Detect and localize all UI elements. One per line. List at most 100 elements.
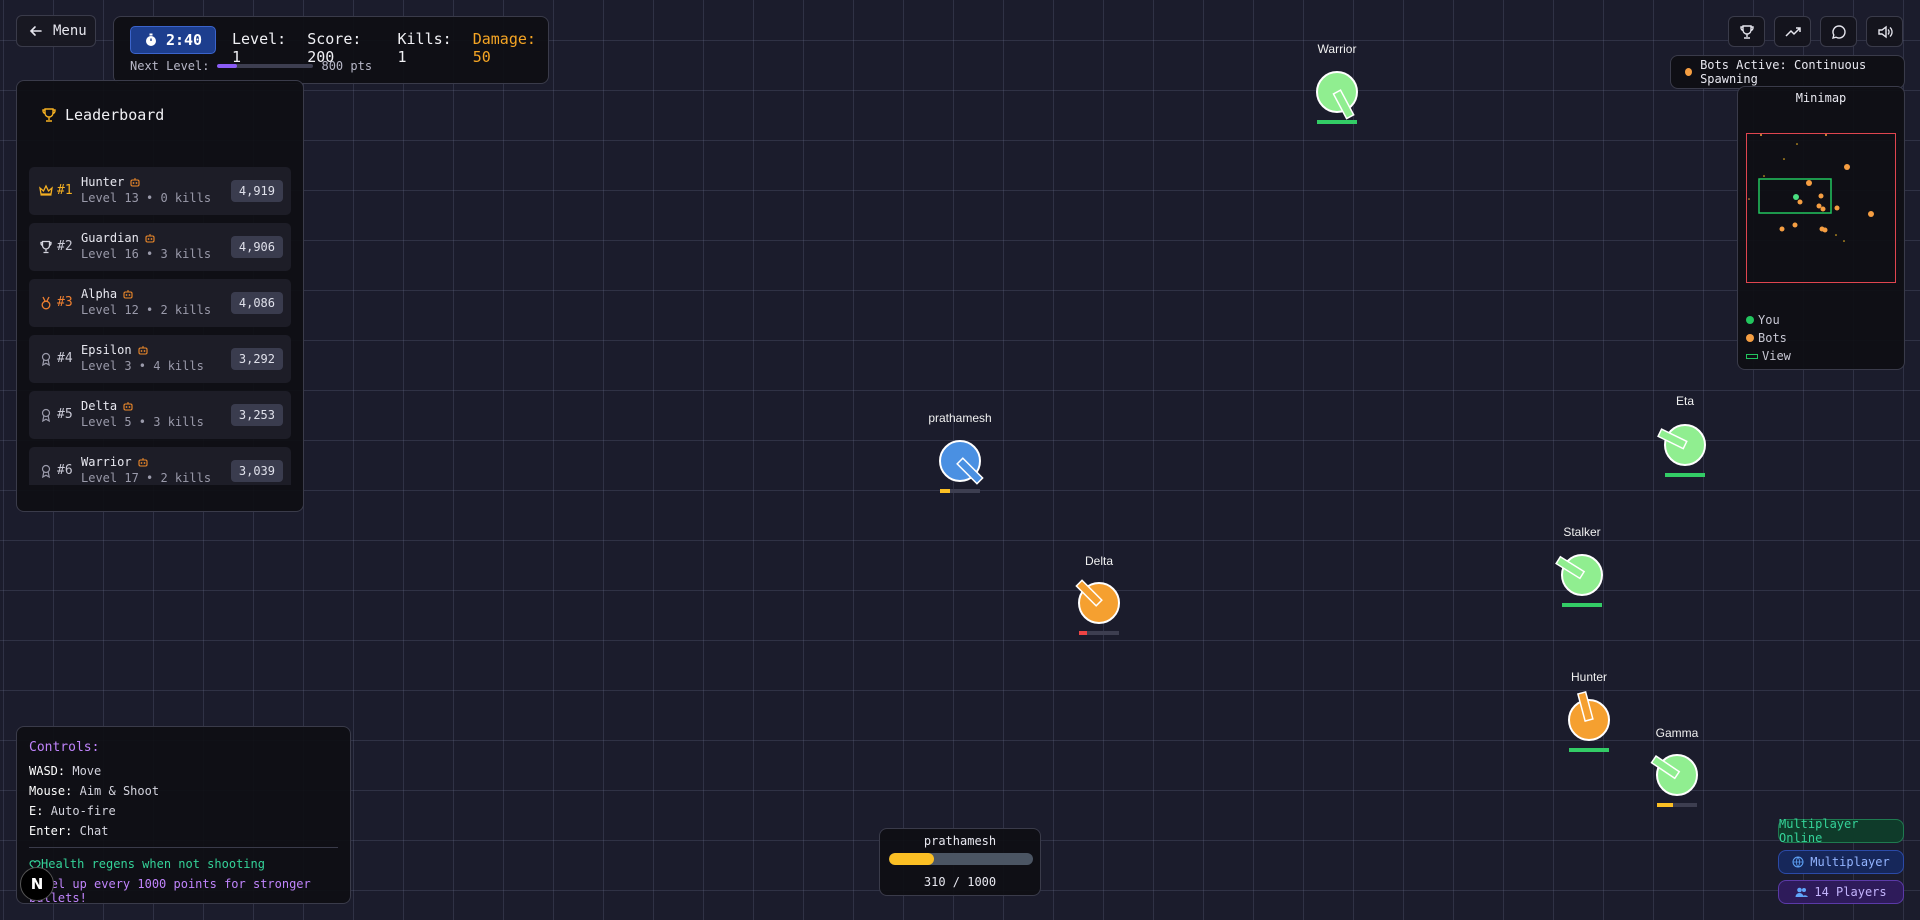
- score-badge: 3,292: [230, 348, 283, 370]
- timer-value: 2:40: [165, 31, 203, 49]
- bot-icon: [130, 177, 140, 187]
- level-tip: Level up every 1000 points for stronger …: [29, 877, 311, 905]
- app-logo[interactable]: N: [20, 867, 54, 901]
- leaderboard-toggle-button[interactable]: [1728, 16, 1765, 47]
- health-bar: [1657, 803, 1697, 807]
- controls-title: Controls:: [29, 740, 100, 755]
- kills-stat: Kills: 1: [397, 30, 452, 66]
- rank: #3: [39, 295, 73, 310]
- bots-status-text: Bots Active: Continuous Spawning: [1700, 58, 1867, 86]
- tank-name-label: Hunter: [1570, 670, 1608, 684]
- bot-icon: [138, 345, 148, 355]
- player-score-bar: prathamesh 310 / 1000: [879, 828, 1041, 896]
- control-chat: Enter: Chat: [29, 824, 109, 838]
- legend-view: View: [1746, 349, 1791, 363]
- sound-button[interactable]: [1866, 16, 1903, 47]
- score-badge: 3,253: [230, 404, 283, 426]
- award-icon: [39, 408, 53, 422]
- player-details: Level 5 • 3 kills: [81, 415, 204, 429]
- health-bar: [1569, 748, 1609, 752]
- players-badge[interactable]: 14 Players: [1778, 880, 1904, 904]
- leaderboard-row: #1 Hunter Level 13 • 0 kills 4,919: [29, 167, 291, 215]
- minimap-player-dot: [1793, 194, 1799, 200]
- score-badge: 3,039: [230, 460, 283, 482]
- volume-icon: [1877, 24, 1893, 40]
- player-details: Level 17 • 2 kills: [81, 471, 212, 485]
- player-details: Level 13 • 0 kills: [81, 191, 212, 205]
- player-name: Hunter: [81, 175, 140, 189]
- tank-name-label: Eta: [1675, 394, 1695, 408]
- minimap-panel: Minimap You Bots View: [1737, 86, 1905, 370]
- health-bar: [1562, 603, 1602, 607]
- trophy-icon: [41, 107, 57, 123]
- score-badge: 4,906: [230, 236, 283, 258]
- award-icon: [39, 464, 53, 478]
- trophy-icon: [39, 240, 53, 254]
- tank-name-label: Stalker: [1563, 525, 1601, 539]
- chat-icon: [1831, 24, 1847, 40]
- health-bar: [1317, 120, 1357, 124]
- player-name: Delta: [81, 399, 133, 413]
- player-progress-text: 310 / 1000: [923, 875, 997, 889]
- health-bar: [1079, 631, 1119, 635]
- minimap-title: Minimap: [1795, 91, 1847, 105]
- bot-icon: [138, 457, 148, 467]
- divider: [29, 847, 338, 848]
- rank: #4: [39, 351, 73, 366]
- tank-name-label: Delta: [1084, 554, 1114, 568]
- leaderboard-title: Leaderboard: [65, 106, 165, 124]
- score-badge: 4,919: [230, 180, 283, 202]
- player-bar-name: prathamesh: [923, 834, 997, 848]
- leaderboard-row: #4 Epsilon Level 3 • 4 kills 3,292: [29, 335, 291, 383]
- trophy-icon: [1739, 24, 1755, 40]
- trending-up-icon: [1784, 24, 1801, 40]
- control-aim: Mouse: Aim & Shoot: [29, 784, 160, 798]
- chat-button[interactable]: [1820, 16, 1857, 47]
- next-level-progress: [217, 64, 314, 68]
- score-badge: 4,086: [230, 292, 283, 314]
- legend-you: You: [1746, 313, 1780, 327]
- bots-status: Bots Active: Continuous Spawning: [1670, 55, 1905, 89]
- medal-icon: [39, 296, 53, 310]
- timer: 2:40: [130, 26, 216, 54]
- stats-button[interactable]: [1774, 16, 1811, 47]
- award-icon: [39, 352, 53, 366]
- online-badge: Multiplayer Online: [1778, 817, 1904, 845]
- player-details: Level 16 • 3 kills: [81, 247, 212, 261]
- leaderboard-list[interactable]: #1 Hunter Level 13 • 0 kills 4,919 #2 Guardia…: [29, 167, 291, 485]
- player-name: Guardian: [81, 231, 155, 245]
- multiplayer-button[interactable]: Multiplayer: [1778, 850, 1904, 874]
- next-level-points: 800 pts: [321, 59, 373, 73]
- menu-button[interactable]: Menu: [16, 15, 96, 47]
- player-details: Level 3 • 4 kills: [81, 359, 204, 373]
- crown-icon: [39, 184, 53, 198]
- rank: #2: [39, 239, 73, 254]
- legend-bots: Bots: [1746, 331, 1787, 345]
- control-move: WASD: Move: [29, 764, 102, 778]
- leaderboard-row: #3 Alpha Level 12 • 2 kills 4,086: [29, 279, 291, 327]
- player-name: Epsilon: [81, 343, 148, 357]
- health-bar: [940, 489, 980, 493]
- users-icon: [1795, 886, 1809, 898]
- leaderboard-row: #5 Delta Level 5 • 3 kills 3,253: [29, 391, 291, 439]
- minimap-area: [1746, 133, 1896, 283]
- rank: #5: [39, 407, 73, 422]
- leaderboard-panel: Leaderboard #1 Hunter Level 13 • 0 kills 4,…: [16, 80, 304, 512]
- player-details: Level 12 • 2 kills: [81, 303, 212, 317]
- control-autofire: E: Auto-fire: [29, 804, 116, 818]
- globe-icon: [1792, 856, 1804, 868]
- health-tip: Health regens when not shooting: [29, 857, 265, 871]
- player-progress-track: [889, 853, 1033, 865]
- tank-name-label: Warrior: [1317, 42, 1357, 56]
- leaderboard-row: #2 Guardian Level 16 • 3 kills 4,906: [29, 223, 291, 271]
- health-bar: [1665, 473, 1705, 477]
- bot-icon: [123, 401, 133, 411]
- player-name: Warrior: [81, 455, 148, 469]
- tank-name-label: prathamesh: [928, 411, 992, 425]
- rank: #6: [39, 463, 73, 478]
- tank-name-label: Gamma: [1655, 726, 1699, 740]
- next-level-label: Next Level:: [130, 59, 210, 73]
- arrow-left-icon: [29, 24, 43, 38]
- stopwatch-icon: [144, 33, 158, 47]
- bot-icon: [145, 233, 155, 243]
